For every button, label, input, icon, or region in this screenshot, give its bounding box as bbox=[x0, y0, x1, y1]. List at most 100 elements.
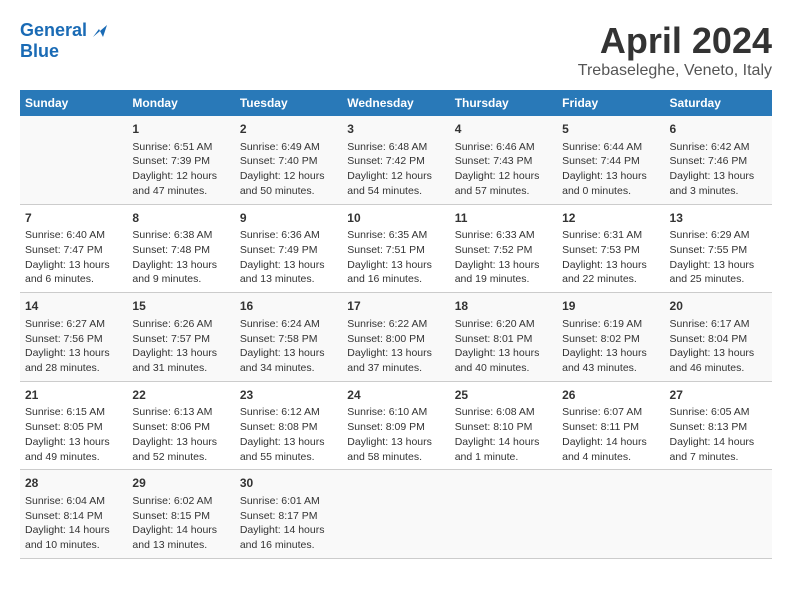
day-number: 28 bbox=[25, 475, 122, 492]
day-number: 3 bbox=[347, 121, 444, 138]
day-number: 26 bbox=[562, 387, 659, 404]
day-info: Sunrise: 6:29 AM Sunset: 7:55 PM Dayligh… bbox=[670, 228, 767, 287]
day-info: Sunrise: 6:01 AM Sunset: 8:17 PM Dayligh… bbox=[240, 494, 337, 553]
weekday-header-friday: Friday bbox=[557, 90, 664, 116]
day-info: Sunrise: 6:49 AM Sunset: 7:40 PM Dayligh… bbox=[240, 140, 337, 199]
calendar-cell bbox=[450, 470, 557, 559]
day-number: 30 bbox=[240, 475, 337, 492]
logo-line1: General bbox=[20, 20, 87, 41]
day-number: 7 bbox=[25, 210, 122, 227]
day-number: 8 bbox=[132, 210, 229, 227]
day-info: Sunrise: 6:07 AM Sunset: 8:11 PM Dayligh… bbox=[562, 405, 659, 464]
calendar-cell bbox=[557, 470, 664, 559]
day-number: 5 bbox=[562, 121, 659, 138]
day-number: 24 bbox=[347, 387, 444, 404]
calendar-cell bbox=[20, 116, 127, 204]
day-number: 6 bbox=[670, 121, 767, 138]
day-info: Sunrise: 6:10 AM Sunset: 8:09 PM Dayligh… bbox=[347, 405, 444, 464]
day-info: Sunrise: 6:08 AM Sunset: 8:10 PM Dayligh… bbox=[455, 405, 552, 464]
logo-line2: Blue bbox=[20, 41, 59, 62]
week-row-1: 1Sunrise: 6:51 AM Sunset: 7:39 PM Daylig… bbox=[20, 116, 772, 204]
day-info: Sunrise: 6:17 AM Sunset: 8:04 PM Dayligh… bbox=[670, 317, 767, 376]
day-number: 20 bbox=[670, 298, 767, 315]
calendar-cell: 26Sunrise: 6:07 AM Sunset: 8:11 PM Dayli… bbox=[557, 381, 664, 470]
day-info: Sunrise: 6:40 AM Sunset: 7:47 PM Dayligh… bbox=[25, 228, 122, 287]
calendar-table: SundayMondayTuesdayWednesdayThursdayFrid… bbox=[20, 90, 772, 559]
calendar-cell: 12Sunrise: 6:31 AM Sunset: 7:53 PM Dayli… bbox=[557, 204, 664, 293]
day-info: Sunrise: 6:20 AM Sunset: 8:01 PM Dayligh… bbox=[455, 317, 552, 376]
day-info: Sunrise: 6:38 AM Sunset: 7:48 PM Dayligh… bbox=[132, 228, 229, 287]
weekday-header-sunday: Sunday bbox=[20, 90, 127, 116]
weekday-header-wednesday: Wednesday bbox=[342, 90, 449, 116]
calendar-cell: 27Sunrise: 6:05 AM Sunset: 8:13 PM Dayli… bbox=[665, 381, 772, 470]
logo: General Blue bbox=[20, 20, 111, 62]
day-info: Sunrise: 6:42 AM Sunset: 7:46 PM Dayligh… bbox=[670, 140, 767, 199]
calendar-cell: 1Sunrise: 6:51 AM Sunset: 7:39 PM Daylig… bbox=[127, 116, 234, 204]
calendar-cell: 15Sunrise: 6:26 AM Sunset: 7:57 PM Dayli… bbox=[127, 293, 234, 382]
day-info: Sunrise: 6:27 AM Sunset: 7:56 PM Dayligh… bbox=[25, 317, 122, 376]
day-number: 25 bbox=[455, 387, 552, 404]
day-number: 21 bbox=[25, 387, 122, 404]
weekday-header-saturday: Saturday bbox=[665, 90, 772, 116]
calendar-cell: 13Sunrise: 6:29 AM Sunset: 7:55 PM Dayli… bbox=[665, 204, 772, 293]
calendar-cell: 4 Sunrise: 6:46 AM Sunset: 7:43 PM Daylig… bbox=[450, 116, 557, 204]
day-info: Sunrise: 6:05 AM Sunset: 8:13 PM Dayligh… bbox=[670, 405, 767, 464]
calendar-cell: 5 Sunrise: 6:44 AM Sunset: 7:44 PM Daylig… bbox=[557, 116, 664, 204]
calendar-cell: 3 Sunrise: 6:48 AM Sunset: 7:42 PM Daylig… bbox=[342, 116, 449, 204]
calendar-cell: 11Sunrise: 6:33 AM Sunset: 7:52 PM Dayli… bbox=[450, 204, 557, 293]
calendar-cell: 24Sunrise: 6:10 AM Sunset: 8:09 PM Dayli… bbox=[342, 381, 449, 470]
week-row-4: 21Sunrise: 6:15 AM Sunset: 8:05 PM Dayli… bbox=[20, 381, 772, 470]
day-number: 11 bbox=[455, 210, 552, 227]
day-number: 18 bbox=[455, 298, 552, 315]
day-info: Sunrise: 6:44 AM Sunset: 7:44 PM Dayligh… bbox=[562, 140, 659, 199]
day-number: 4 bbox=[455, 121, 552, 138]
day-number: 16 bbox=[240, 298, 337, 315]
day-number: 19 bbox=[562, 298, 659, 315]
day-number: 12 bbox=[562, 210, 659, 227]
calendar-cell: 21Sunrise: 6:15 AM Sunset: 8:05 PM Dayli… bbox=[20, 381, 127, 470]
calendar-cell: 8Sunrise: 6:38 AM Sunset: 7:48 PM Daylig… bbox=[127, 204, 234, 293]
logo-bird-icon bbox=[89, 19, 111, 41]
day-info: Sunrise: 6:04 AM Sunset: 8:14 PM Dayligh… bbox=[25, 494, 122, 553]
calendar-cell: 20 Sunrise: 6:17 AM Sunset: 8:04 PM Dayli… bbox=[665, 293, 772, 382]
day-info: Sunrise: 6:46 AM Sunset: 7:43 PM Dayligh… bbox=[455, 140, 552, 199]
weekday-header-monday: Monday bbox=[127, 90, 234, 116]
weekday-header-thursday: Thursday bbox=[450, 90, 557, 116]
day-info: Sunrise: 6:24 AM Sunset: 7:58 PM Dayligh… bbox=[240, 317, 337, 376]
title-block: April 2024 Trebaseleghe, Veneto, Italy bbox=[578, 20, 772, 80]
calendar-cell: 30 Sunrise: 6:01 AM Sunset: 8:17 PM Dayli… bbox=[235, 470, 342, 559]
calendar-cell: 14Sunrise: 6:27 AM Sunset: 7:56 PM Dayli… bbox=[20, 293, 127, 382]
calendar-cell: 25Sunrise: 6:08 AM Sunset: 8:10 PM Dayli… bbox=[450, 381, 557, 470]
calendar-cell: 29Sunrise: 6:02 AM Sunset: 8:15 PM Dayli… bbox=[127, 470, 234, 559]
calendar-cell: 9Sunrise: 6:36 AM Sunset: 7:49 PM Daylig… bbox=[235, 204, 342, 293]
week-row-3: 14Sunrise: 6:27 AM Sunset: 7:56 PM Dayli… bbox=[20, 293, 772, 382]
day-number: 22 bbox=[132, 387, 229, 404]
calendar-cell: 10Sunrise: 6:35 AM Sunset: 7:51 PM Dayli… bbox=[342, 204, 449, 293]
day-number: 1 bbox=[132, 121, 229, 138]
calendar-cell: 7Sunrise: 6:40 AM Sunset: 7:47 PM Daylig… bbox=[20, 204, 127, 293]
day-info: Sunrise: 6:48 AM Sunset: 7:42 PM Dayligh… bbox=[347, 140, 444, 199]
calendar-cell bbox=[342, 470, 449, 559]
calendar-cell bbox=[665, 470, 772, 559]
day-info: Sunrise: 6:33 AM Sunset: 7:52 PM Dayligh… bbox=[455, 228, 552, 287]
calendar-cell: 17Sunrise: 6:22 AM Sunset: 8:00 PM Dayli… bbox=[342, 293, 449, 382]
day-info: Sunrise: 6:13 AM Sunset: 8:06 PM Dayligh… bbox=[132, 405, 229, 464]
calendar-cell: 18 Sunrise: 6:20 AM Sunset: 8:01 PM Dayli… bbox=[450, 293, 557, 382]
day-info: Sunrise: 6:26 AM Sunset: 7:57 PM Dayligh… bbox=[132, 317, 229, 376]
week-row-5: 28 Sunrise: 6:04 AM Sunset: 8:14 PM Dayli… bbox=[20, 470, 772, 559]
calendar-cell: 22Sunrise: 6:13 AM Sunset: 8:06 PM Dayli… bbox=[127, 381, 234, 470]
day-info: Sunrise: 6:22 AM Sunset: 8:00 PM Dayligh… bbox=[347, 317, 444, 376]
day-info: Sunrise: 6:31 AM Sunset: 7:53 PM Dayligh… bbox=[562, 228, 659, 287]
calendar-cell: 2Sunrise: 6:49 AM Sunset: 7:40 PM Daylig… bbox=[235, 116, 342, 204]
calendar-cell: 6 Sunrise: 6:42 AM Sunset: 7:46 PM Daylig… bbox=[665, 116, 772, 204]
day-number: 13 bbox=[670, 210, 767, 227]
week-row-2: 7Sunrise: 6:40 AM Sunset: 7:47 PM Daylig… bbox=[20, 204, 772, 293]
day-number: 10 bbox=[347, 210, 444, 227]
calendar-cell: 19 Sunrise: 6:19 AM Sunset: 8:02 PM Dayli… bbox=[557, 293, 664, 382]
weekday-header-tuesday: Tuesday bbox=[235, 90, 342, 116]
day-number: 23 bbox=[240, 387, 337, 404]
day-info: Sunrise: 6:19 AM Sunset: 8:02 PM Dayligh… bbox=[562, 317, 659, 376]
day-number: 9 bbox=[240, 210, 337, 227]
day-info: Sunrise: 6:36 AM Sunset: 7:49 PM Dayligh… bbox=[240, 228, 337, 287]
calendar-cell: 23Sunrise: 6:12 AM Sunset: 8:08 PM Dayli… bbox=[235, 381, 342, 470]
